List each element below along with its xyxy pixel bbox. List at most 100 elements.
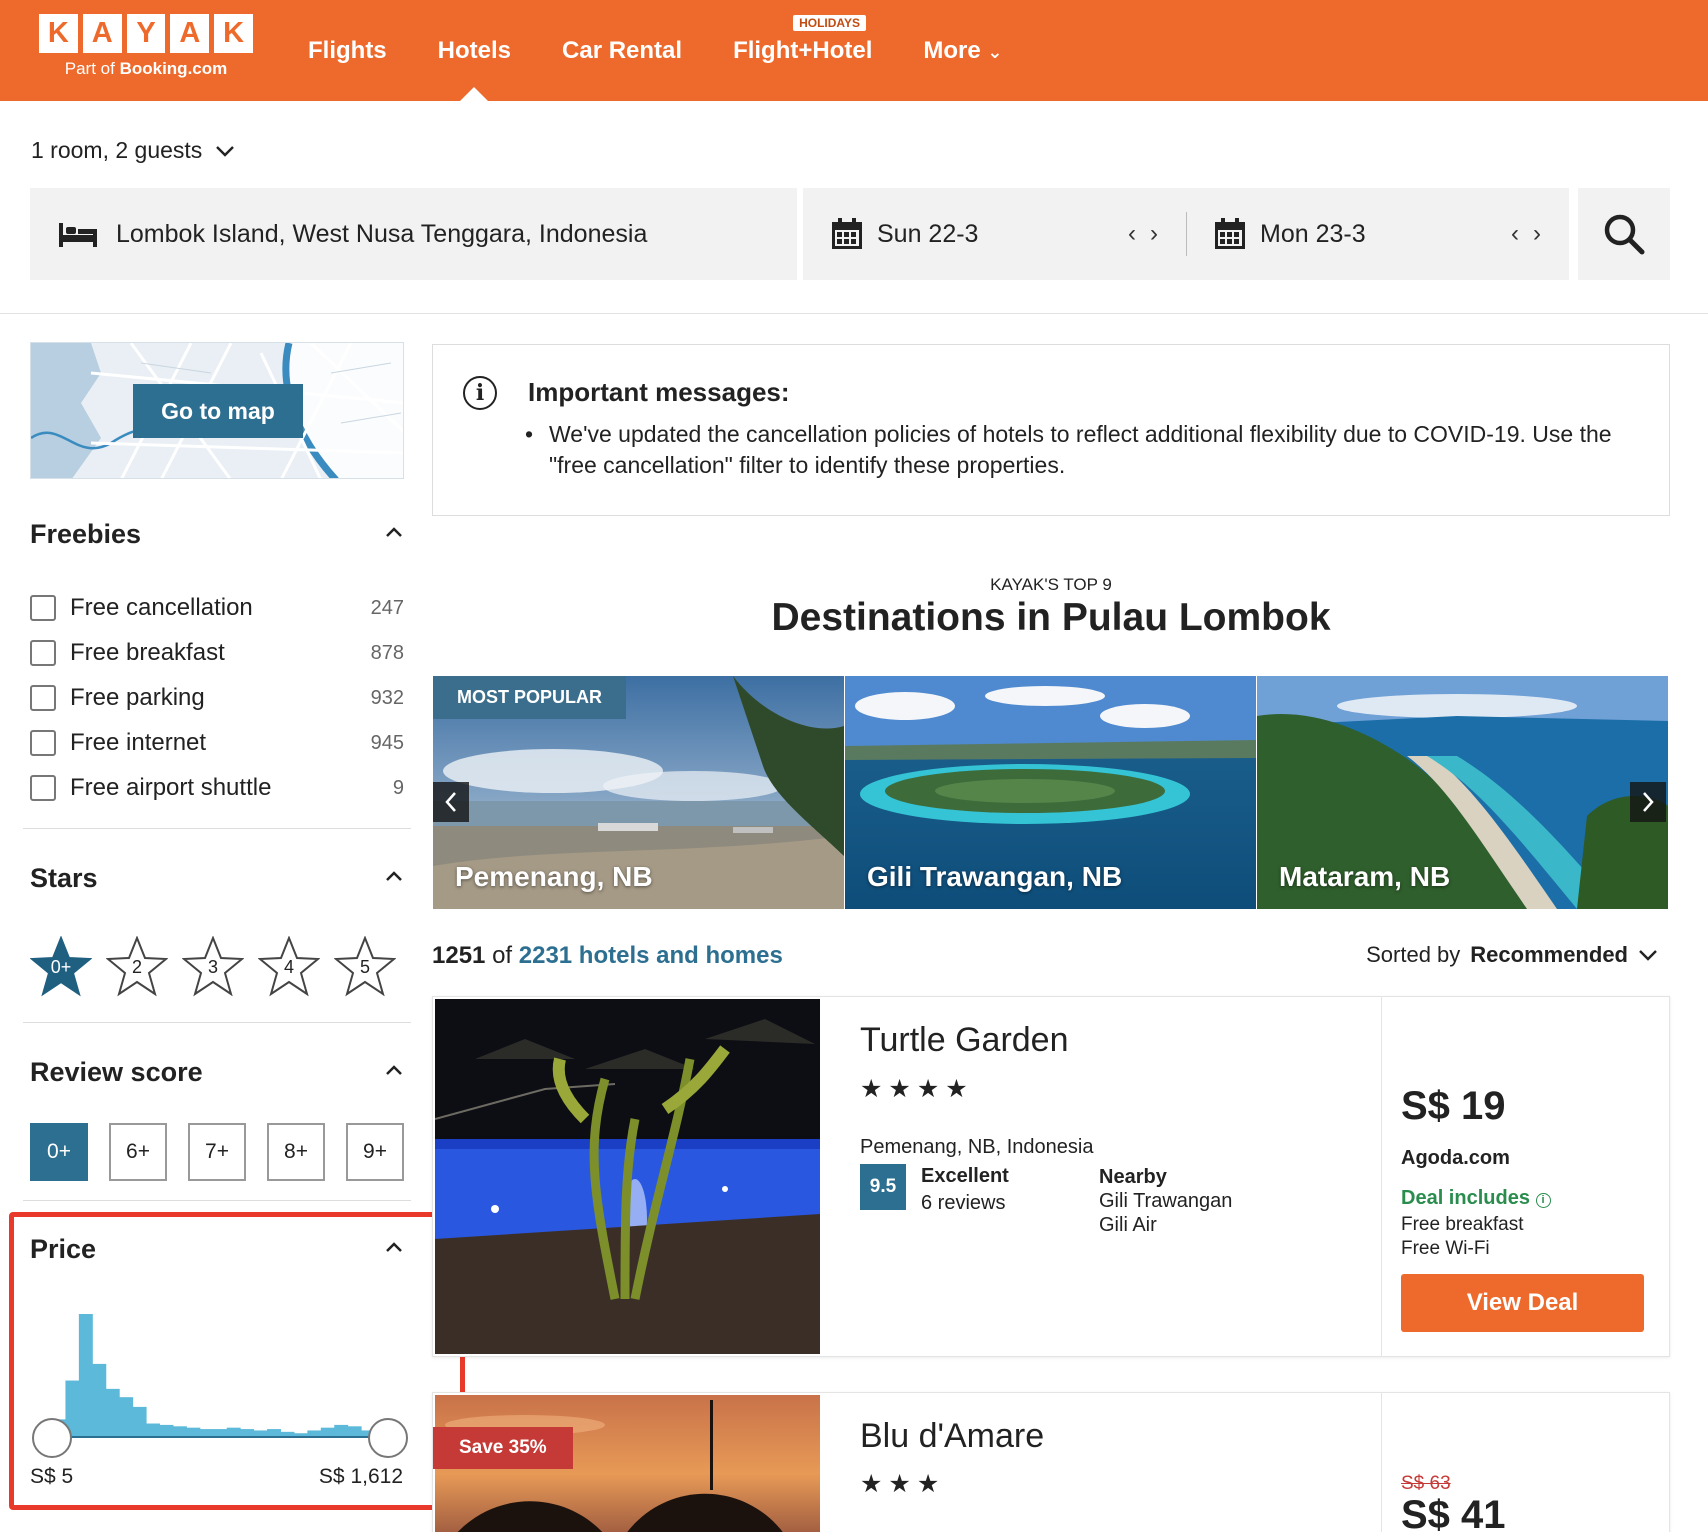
freebie-count: 932 xyxy=(370,686,404,709)
main-nav: Flights Hotels Car Rental HOLIDAYS Fligh… xyxy=(308,0,1054,101)
review-score-8-plus[interactable]: 8+ xyxy=(267,1123,325,1181)
freebie-free-breakfast[interactable]: Free breakfast 878 xyxy=(30,638,404,668)
logo-letter: K xyxy=(214,14,253,53)
checkbox[interactable] xyxy=(30,730,56,756)
results-of: of xyxy=(492,942,513,969)
freebie-count: 247 xyxy=(370,596,404,619)
freebie-free-internet[interactable]: Free internet 945 xyxy=(30,728,404,758)
active-nav-caret xyxy=(460,87,488,101)
kayak-logo[interactable]: K A Y A K Part of Booking.com xyxy=(39,14,253,79)
star-filter-label: 4 xyxy=(283,957,294,977)
discount-badge: Save 35% xyxy=(433,1427,573,1469)
nearby-place: Gili Trawangan xyxy=(1099,1190,1233,1212)
hotel-price: S$ 19 xyxy=(1401,1084,1506,1128)
checkin-arrows[interactable]: ‹› xyxy=(1128,220,1172,248)
hotel-card[interactable]: Save 35% Blu d'Amare ★★★ S$ 63 S$ 41 xyxy=(432,1392,1670,1532)
map-preview[interactable]: Go to map xyxy=(30,342,404,479)
chevron-up-icon[interactable] xyxy=(385,522,403,543)
results-total-link[interactable]: 2231 hotels and homes xyxy=(519,942,783,969)
freebie-label: Free parking xyxy=(70,684,205,711)
deal-includes[interactable]: Deal includes i xyxy=(1401,1187,1551,1210)
sort-dropdown[interactable]: Sorted by Recommended xyxy=(1366,942,1658,968)
checkin-value: Sun 22-3 xyxy=(877,219,979,248)
hotel-stars: ★★★ xyxy=(860,1470,946,1498)
checkout-field[interactable]: Mon 23-3 ‹› xyxy=(1187,188,1569,280)
search-button[interactable] xyxy=(1578,188,1670,280)
checkout-arrows[interactable]: ‹› xyxy=(1511,220,1555,248)
go-to-map-button[interactable]: Go to map xyxy=(133,384,303,438)
chevron-down-icon xyxy=(216,145,235,157)
freebie-count: 945 xyxy=(370,731,404,754)
chevron-up-icon[interactable] xyxy=(385,866,403,887)
deal-item: Free breakfast xyxy=(1401,1214,1524,1235)
nav-more[interactable]: More ⌄ xyxy=(923,37,1002,65)
sort-label: Sorted by xyxy=(1366,942,1461,967)
freebie-free-parking[interactable]: Free parking 932 xyxy=(30,683,404,713)
review-score-filter: 0+ 6+ 7+ 8+ 9+ xyxy=(30,1123,404,1181)
price-column-divider xyxy=(1381,997,1382,1356)
freebie-label: Free internet xyxy=(70,729,207,756)
star-filter-0-plus[interactable]: 0+ xyxy=(30,936,92,998)
star-filter-5[interactable]: 5 xyxy=(334,936,396,998)
freebie-free-cancellation[interactable]: Free cancellation 247 xyxy=(30,593,404,623)
star-filter-4[interactable]: 4 xyxy=(258,936,320,998)
logo-letter: A xyxy=(82,14,122,53)
freebie-label: Free airport shuttle xyxy=(70,774,272,801)
star-filter-2[interactable]: 2 xyxy=(106,936,168,998)
destination-card-pemenang[interactable]: MOST POPULAR Pemenang, NB xyxy=(433,676,844,909)
checkbox[interactable] xyxy=(30,640,56,666)
nav-flights[interactable]: Flights xyxy=(308,37,387,65)
hotel-card[interactable]: Turtle Garden ★★★★ Pemenang, NB, Indones… xyxy=(432,996,1670,1357)
chevron-down-icon xyxy=(1639,950,1657,961)
pool-night-photo xyxy=(435,999,820,1354)
review-score-9-plus[interactable]: 9+ xyxy=(346,1123,404,1181)
nav-car-rental[interactable]: Car Rental xyxy=(562,37,682,65)
carousel-prev-button[interactable] xyxy=(433,782,469,822)
freebie-count: 878 xyxy=(370,641,404,664)
hotel-photo[interactable] xyxy=(435,999,820,1354)
chevron-left-icon xyxy=(445,792,456,812)
freebie-label: Free cancellation xyxy=(70,594,253,621)
checkin-field[interactable]: Sun 22-3 ‹› xyxy=(803,188,1186,280)
nav-more-label: More xyxy=(923,36,981,64)
checkbox[interactable] xyxy=(30,775,56,801)
destination-field[interactable]: Lombok Island, West Nusa Tenggara, Indon… xyxy=(30,188,797,280)
most-popular-badge: MOST POPULAR xyxy=(433,676,627,719)
star-filter-label: 2 xyxy=(131,957,142,977)
info-icon: i xyxy=(463,376,497,410)
deal-includes-label: Deal includes xyxy=(1401,1187,1530,1209)
important-messages-panel: i Important messages: We've updated the … xyxy=(432,344,1670,516)
chevron-up-icon[interactable] xyxy=(385,1060,403,1081)
review-score-badge: 9.5 xyxy=(860,1164,906,1210)
deal-items: Free breakfast Free Wi-Fi xyxy=(1401,1213,1524,1261)
hotel-name[interactable]: Turtle Garden xyxy=(860,1021,1069,1060)
star-filter-3[interactable]: 3 xyxy=(182,936,244,998)
nav-hotels[interactable]: Hotels xyxy=(438,37,511,65)
review-score-0-plus[interactable]: 0+ xyxy=(30,1123,88,1181)
destination-card-gili-trawangan[interactable]: Gili Trawangan, NB xyxy=(845,676,1256,909)
header-divider xyxy=(0,313,1708,314)
top9-subtitle: KAYAK'S TOP 9 xyxy=(990,575,1112,594)
checkbox[interactable] xyxy=(30,595,56,621)
freebie-count: 9 xyxy=(392,776,404,799)
sort-value: Recommended xyxy=(1470,942,1628,967)
nav-flight-hotel[interactable]: HOLIDAYS Flight+Hotel xyxy=(733,14,872,65)
review-score-7-plus[interactable]: 7+ xyxy=(188,1123,246,1181)
freebie-free-airport-shuttle[interactable]: Free airport shuttle 9 xyxy=(30,773,404,803)
carousel-next-button[interactable] xyxy=(1630,782,1666,822)
guests-selector[interactable]: 1 room, 2 guests xyxy=(31,137,236,164)
destination-card-mataram[interactable]: Mataram, NB xyxy=(1257,676,1668,909)
star-filter-label: 3 xyxy=(207,957,218,977)
original-price: S$ 63 xyxy=(1401,1473,1451,1494)
view-deal-button[interactable]: View Deal xyxy=(1401,1274,1644,1332)
checkbox[interactable] xyxy=(30,685,56,711)
messages-title: Important messages: xyxy=(528,377,790,407)
search-icon xyxy=(1604,214,1645,255)
hotel-name[interactable]: Blu d'Amare xyxy=(860,1417,1044,1456)
destination-value: Lombok Island, West Nusa Tenggara, Indon… xyxy=(116,219,648,248)
reviews-count[interactable]: 6 reviews xyxy=(921,1192,1005,1215)
destination-name: Gili Trawangan, NB xyxy=(867,861,1123,892)
stars-title: Stars xyxy=(30,863,98,893)
review-score-6-plus[interactable]: 6+ xyxy=(109,1123,167,1181)
deal-item: Free Wi-Fi xyxy=(1401,1238,1490,1259)
